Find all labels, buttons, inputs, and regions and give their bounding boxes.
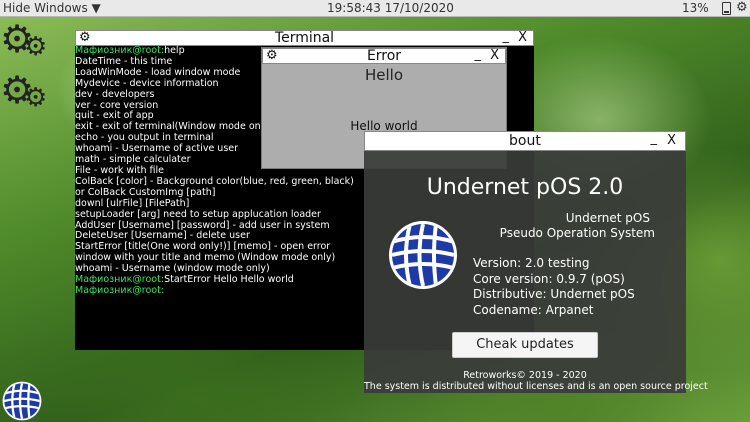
core-version-text: Core version: 0.9.7 (pOS)	[473, 271, 625, 286]
codename-text: Codename: Arpanet	[473, 302, 594, 317]
terminal-line-text: ver - core version	[75, 99, 159, 111]
copyright-text: Retroworks© 2019 - 2020	[463, 370, 587, 381]
gear-icon: ⚙	[24, 32, 48, 62]
minimize-button[interactable]: _	[651, 132, 658, 146]
check-updates-button[interactable]: Cheak updates	[452, 332, 598, 358]
distributive-text: Distributive: Undernet pOS	[473, 287, 635, 301]
close-button[interactable]: X	[490, 49, 499, 63]
license-text: The system is distributed without licens…	[364, 381, 708, 392]
error-titlebar[interactable]: ⚙ Error _ X	[262, 48, 506, 64]
terminal-line-text: echo - you output in terminal	[75, 132, 214, 144]
product-name: Undernet pOS 2.0	[426, 175, 624, 200]
terminal-line-text: AddUser [Username] [password] - add user…	[75, 219, 330, 231]
terminal-line-text: whoami - Username (window mode only)	[75, 263, 270, 275]
about-title: bout	[509, 133, 541, 149]
about-titlebar[interactable]: bout _ X	[364, 131, 686, 151]
terminal-line-text: quit - exit of app	[75, 110, 154, 122]
terminal-line-text: exit - exit of terminal(Window mode only…	[75, 121, 273, 133]
terminal-line-text: window with your title and memo (Window …	[75, 252, 336, 264]
gear-icon: ⚙	[24, 83, 48, 113]
clock: 19:58:43 17/10/2020	[327, 1, 454, 15]
close-button[interactable]: X	[667, 134, 676, 148]
product-subtitle: Undernet pOS	[565, 211, 650, 225]
terminal-prompt: Мафиозник@root:	[75, 274, 165, 286]
terminal-prompt: Мафиозник@root:	[75, 284, 165, 296]
version-text: Version: 2.0 testing	[473, 256, 590, 270]
product-description: Pseudo Operation System	[499, 226, 655, 240]
terminal-line-text: StartError Hello Hello world	[164, 274, 294, 286]
error-title: Error	[366, 48, 402, 64]
terminal-line-text: ColBack [color] - Background color(blue,…	[75, 175, 354, 187]
close-button[interactable]: X	[518, 31, 527, 45]
terminal-line-text: Mydevice - device information	[75, 77, 219, 89]
gear-icon[interactable]: ⚙	[736, 1, 748, 15]
terminal-line-text: dev - developers	[75, 88, 155, 100]
terminal-line-text: LoadWinMode - load window mode	[75, 66, 241, 78]
terminal-line-text: DateTime - this time	[75, 55, 173, 67]
terminal-title: Terminal	[274, 30, 335, 46]
battery-icon	[722, 2, 731, 15]
about-window[interactable]: bout _ X Undernet pOS 2.0 Undernet pOS P…	[364, 131, 708, 393]
undernet-logo-icon[interactable]	[2, 381, 42, 421]
terminal-titlebar[interactable]: ⚙ Terminal _ X	[75, 30, 534, 46]
minimize-button[interactable]: _	[475, 48, 482, 62]
minimize-button[interactable]: _	[503, 30, 510, 44]
terminal-line-text: math - simple calculater	[75, 154, 191, 166]
terminal-line-text: StartError [title(One word only!)] [memo…	[75, 241, 331, 253]
undernet-logo-icon	[389, 221, 457, 289]
desktop-settings-icon-1[interactable]: ⚙ ⚙	[0, 20, 50, 64]
desktop-settings-icon-2[interactable]: ⚙ ⚙	[0, 71, 50, 115]
hide-windows-button[interactable]: Hide Windows ▼	[3, 0, 101, 17]
terminal-line-text: or ColBack CustomImg [path]	[75, 186, 216, 198]
battery-percent: 13%	[682, 1, 709, 15]
terminal-line-text: setupLoader [arg] need to setup applucat…	[75, 208, 321, 220]
top-status-bar: Hide Windows ▼ 19:58:43 17/10/2020 13% ⚙	[0, 0, 750, 17]
terminal-line-text: File - work with file	[75, 164, 165, 176]
terminal-line-text: whoami - Username of active user	[75, 143, 239, 155]
terminal-line-text: downl [ulrFile] [FilePath]	[75, 197, 190, 209]
system-info: Version: 2.0 testing Core version: 0.9.7…	[473, 256, 635, 318]
error-heading: Hello	[364, 66, 404, 84]
terminal-line-text: help	[164, 45, 185, 56]
terminal-line-text: DeleteUser [Username] - delete user	[75, 230, 250, 242]
terminal-prompt: Мафиозник@root:	[75, 45, 165, 56]
